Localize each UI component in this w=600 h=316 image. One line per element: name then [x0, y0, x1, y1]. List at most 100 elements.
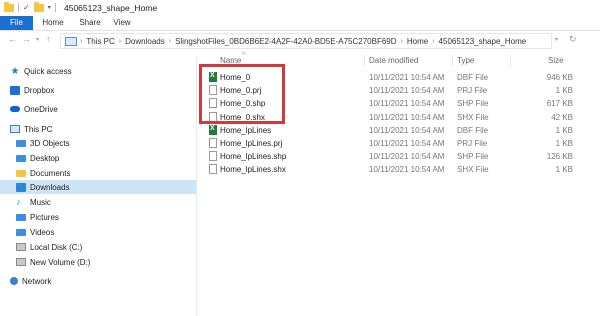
sidebar-item-quick-access[interactable]: ★ Quick access [0, 64, 196, 78]
file-type: SHX File [457, 165, 489, 174]
breadcrumb-downloads[interactable]: Downloads [121, 37, 169, 46]
address-dropdown-icon[interactable]: ▾ [555, 36, 558, 43]
file-type: SHX File [457, 113, 489, 122]
file-size: 1 KB [555, 165, 573, 174]
sidebar-item-local-disk[interactable]: Local Disk (C:) [0, 240, 196, 254]
file-size: 1 KB [555, 126, 573, 135]
file-type: DBF File [457, 73, 489, 82]
forward-icon[interactable]: → [22, 34, 31, 44]
music-icon: ♪ [16, 196, 21, 207]
file-row[interactable]: Home_lpLines 10/11/2021 10:54 AM DBF Fil… [200, 124, 580, 137]
sidebar-item-onedrive[interactable]: OneDrive [0, 102, 196, 116]
column-header-type[interactable]: Type [457, 56, 474, 68]
file-size: 42 KB [551, 113, 573, 122]
new-folder-icon[interactable] [33, 1, 44, 12]
file-date: 10/11/2021 10:54 AM [369, 99, 445, 108]
sidebar-item-pictures[interactable]: Pictures [0, 210, 196, 224]
address-bar[interactable]: › This PC › Downloads › SlingshotFiles_0… [60, 33, 552, 49]
ribbon: File Home Share View [0, 16, 600, 31]
sidebar-item-downloads[interactable]: Downloads [0, 180, 196, 194]
breadcrumb-slingshot[interactable]: SlingshotFiles_0BD6B6E2-4A2F-42A0-BD5E-A… [171, 37, 400, 46]
file-row[interactable]: Home_lpLines.shp 10/11/2021 10:54 AM SHP… [200, 150, 580, 163]
tab-share[interactable]: Share [74, 16, 106, 30]
videos-icon [16, 228, 26, 236]
file-date: 10/11/2021 10:54 AM [369, 73, 445, 82]
downloads-icon [16, 182, 26, 192]
tab-home[interactable]: Home [38, 16, 68, 30]
file-icon [209, 138, 217, 148]
chevron-down-icon[interactable]: ▾ [48, 4, 51, 11]
file-size: 1 KB [555, 139, 573, 148]
file-row[interactable]: Home_lpLines.prj 10/11/2021 10:54 AM PRJ… [200, 137, 580, 150]
network-icon [10, 277, 18, 285]
sidebar-item-label: 3D Objects [30, 138, 70, 148]
file-size: 946 KB [546, 73, 573, 82]
sidebar-item-label: Pictures [30, 212, 59, 222]
sidebar-item-new-volume[interactable]: New Volume (D:) [0, 255, 196, 269]
file-size: 1 KB [555, 86, 573, 95]
disk-icon [16, 243, 26, 251]
breadcrumb-this-pc[interactable]: This PC [82, 37, 118, 46]
breadcrumb-current[interactable]: 45065123_shape_Home [435, 37, 531, 46]
sidebar-item-desktop[interactable]: Desktop [0, 151, 196, 165]
sidebar-item-label: Quick access [24, 66, 72, 76]
separator [54, 3, 56, 12]
sidebar-item-label: Downloads [30, 182, 70, 192]
sidebar-item-documents[interactable]: Documents [0, 166, 196, 180]
file-date: 10/11/2021 10:54 AM [369, 126, 445, 135]
sidebar-item-dropbox[interactable]: Dropbox [0, 83, 196, 97]
breadcrumb-home[interactable]: Home [403, 37, 432, 46]
sidebar-item-label: Videos [30, 227, 55, 237]
file-type: PRJ File [457, 139, 488, 148]
column-header-date[interactable]: Date modified [369, 56, 418, 68]
file-date: 10/11/2021 10:54 AM [369, 165, 445, 174]
file-icon [209, 164, 217, 174]
file-date: 10/11/2021 10:54 AM [369, 86, 445, 95]
sidebar-item-label: This PC [24, 124, 53, 134]
title-bar: ✓ ▾ 45065123_shape_Home [0, 0, 600, 16]
up-icon[interactable]: ↑ [46, 34, 51, 44]
file-date: 10/11/2021 10:54 AM [369, 152, 445, 161]
sidebar-item-network[interactable]: Network [0, 274, 196, 288]
file-type: DBF File [457, 126, 489, 135]
column-divider[interactable] [452, 55, 453, 67]
excel-file-icon [209, 125, 217, 135]
file-date: 10/11/2021 10:54 AM [369, 113, 445, 122]
desktop-icon [16, 154, 26, 162]
file-name: Home_lpLines.shx [220, 165, 286, 174]
sidebar-item-music[interactable]: ♪ Music [0, 195, 196, 209]
back-icon[interactable]: ← [8, 34, 17, 44]
file-name: Home_lpLines.shp [220, 152, 287, 161]
tab-file[interactable]: File [0, 16, 33, 30]
tab-view[interactable]: View [110, 16, 134, 30]
recent-locations-icon[interactable]: ▾ [36, 36, 39, 43]
column-divider[interactable] [364, 55, 365, 67]
documents-icon [16, 169, 26, 177]
sidebar-item-label: Desktop [30, 153, 60, 163]
sidebar-item-this-pc[interactable]: This PC [0, 122, 196, 136]
column-header-size[interactable]: Size [548, 56, 564, 68]
file-name: Home_lpLines [220, 126, 272, 135]
navigation-pane: ★ Quick access Dropbox OneDrive This PC … [0, 56, 197, 316]
file-row[interactable]: Home_lpLines.shx 10/11/2021 10:54 AM SHX… [200, 163, 580, 176]
column-divider[interactable] [510, 55, 511, 67]
file-size: 617 KB [546, 99, 573, 108]
dropbox-icon [10, 85, 20, 95]
sidebar-item-label: Local Disk (C:) [30, 242, 83, 252]
computer-icon [10, 125, 20, 133]
file-date: 10/11/2021 10:54 AM [369, 139, 445, 148]
pictures-icon [16, 213, 26, 221]
cloud-icon [10, 106, 20, 112]
sidebar-item-label: Network [22, 276, 52, 286]
sidebar-item-3d-objects[interactable]: 3D Objects [0, 136, 196, 150]
highlight-box [199, 64, 285, 124]
file-size: 126 KB [546, 152, 573, 161]
file-icon [209, 151, 217, 161]
file-type: SHP File [457, 152, 489, 161]
sidebar-item-videos[interactable]: Videos [0, 225, 196, 239]
sidebar-item-label: Music [30, 197, 51, 207]
sidebar-item-label: OneDrive [24, 104, 58, 114]
separator [18, 3, 19, 12]
refresh-icon[interactable]: ↻ [569, 34, 577, 45]
properties-icon[interactable]: ✓ [23, 3, 30, 12]
